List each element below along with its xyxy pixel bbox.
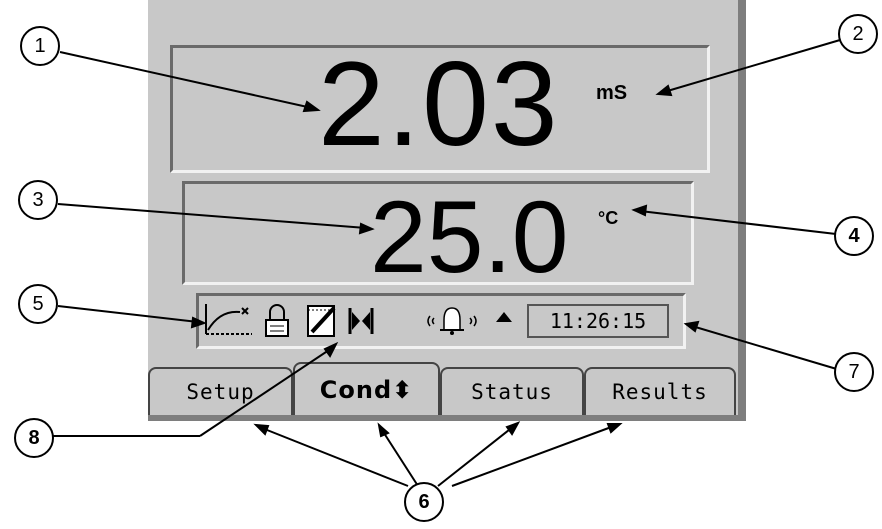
callout-8: 8 <box>14 418 54 458</box>
callout-3: 3 <box>18 180 58 220</box>
callout-7: 7 <box>834 352 874 392</box>
callout-5: 5 <box>18 284 58 324</box>
callout-2: 2 <box>838 14 878 54</box>
callout-1: 1 <box>20 26 60 66</box>
callout-leader-lines <box>52 39 841 487</box>
callout-4: 4 <box>834 216 874 256</box>
callout-6: 6 <box>404 482 444 522</box>
